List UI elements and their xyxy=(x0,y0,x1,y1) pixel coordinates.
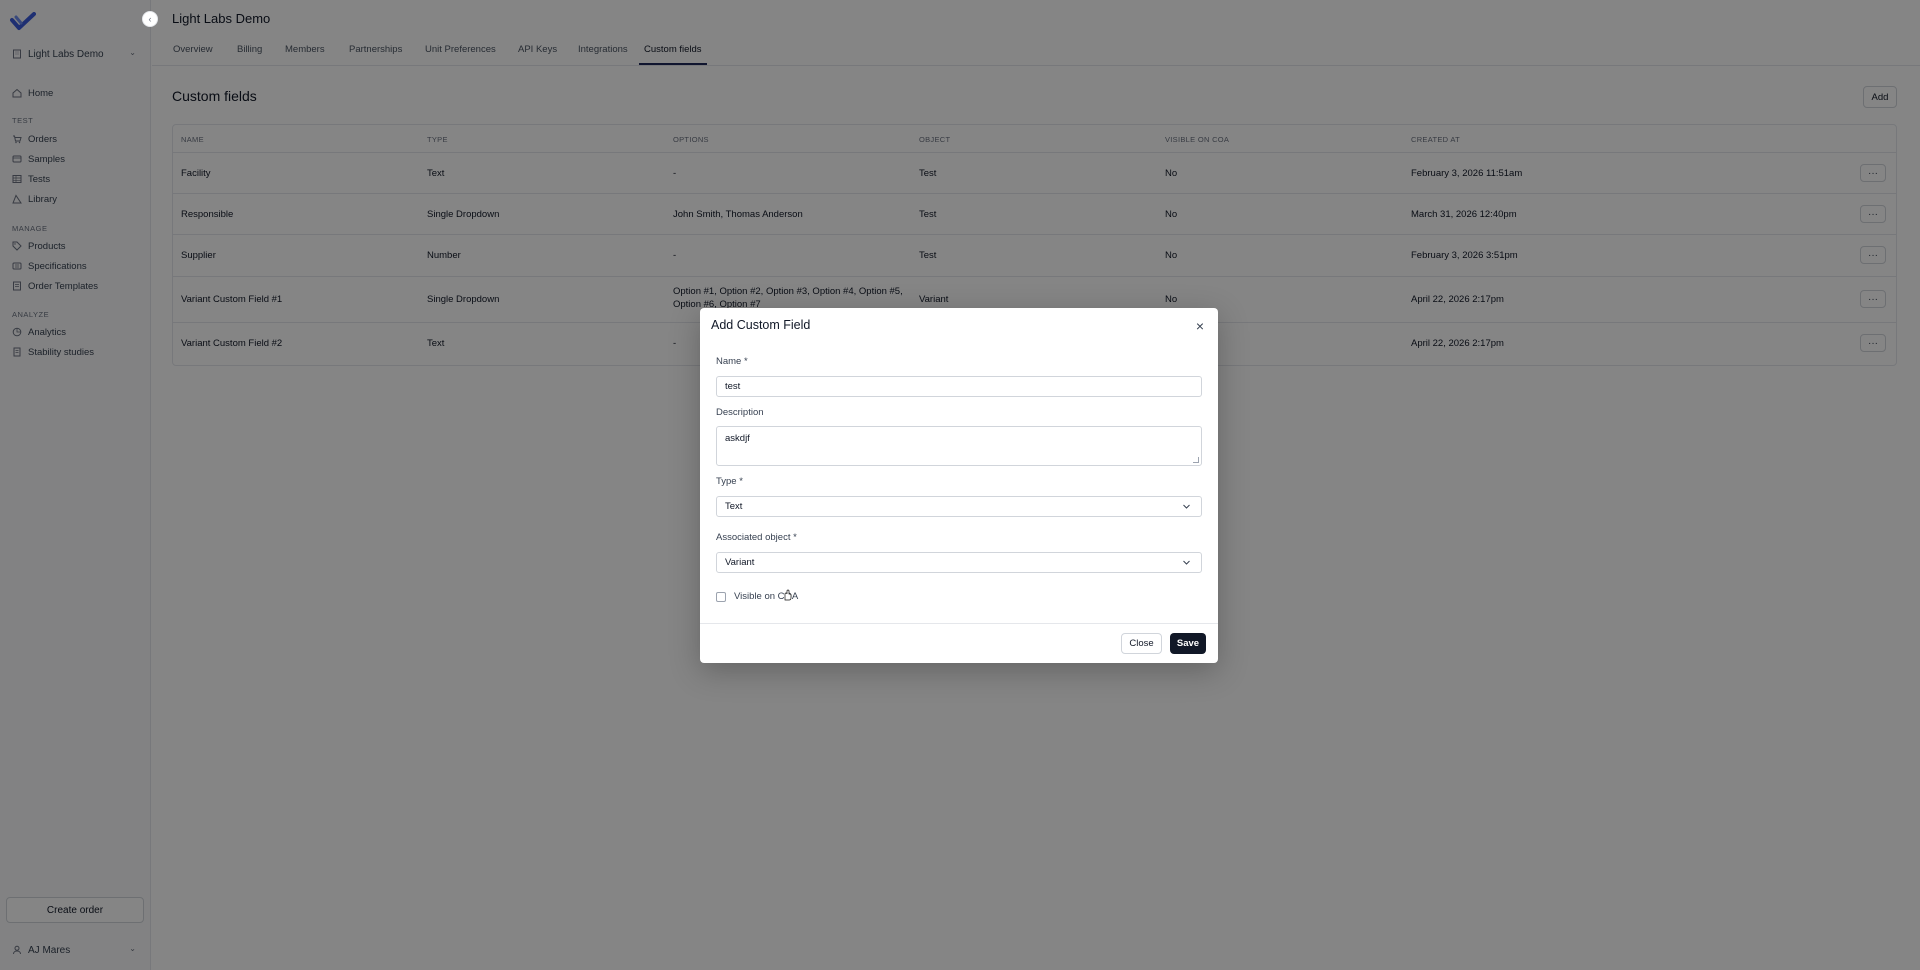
close-icon[interactable]: × xyxy=(1192,318,1208,334)
type-label: Type * xyxy=(716,476,743,487)
chevron-down-icon xyxy=(1182,558,1191,569)
dialog-title: Add Custom Field xyxy=(711,318,811,332)
type-select[interactable]: Text xyxy=(716,496,1202,517)
associated-object-label: Associated object * xyxy=(716,532,797,543)
description-value: askdjf xyxy=(725,433,750,444)
dialog-footer-divider xyxy=(700,623,1218,624)
description-label: Description xyxy=(716,407,764,418)
description-textarea[interactable]: askdjf xyxy=(716,426,1202,466)
associated-object-value: Variant xyxy=(725,557,755,568)
close-button[interactable]: Close xyxy=(1121,633,1162,654)
resize-handle-icon[interactable] xyxy=(1193,457,1199,463)
pointer-cursor-icon xyxy=(784,589,792,601)
chevron-left-icon: ‹ xyxy=(148,14,152,24)
chevron-down-icon xyxy=(1182,502,1191,513)
name-label: Name * xyxy=(716,356,748,367)
save-button[interactable]: Save xyxy=(1170,633,1206,654)
visible-on-coa-checkbox[interactable] xyxy=(716,592,726,602)
collapse-sidebar-button[interactable]: ‹ xyxy=(142,11,158,27)
type-value: Text xyxy=(725,501,743,512)
name-input[interactable]: test xyxy=(716,376,1202,397)
associated-object-select[interactable]: Variant xyxy=(716,552,1202,573)
add-custom-field-dialog: Add Custom Field × Name * test Descripti… xyxy=(700,308,1218,663)
